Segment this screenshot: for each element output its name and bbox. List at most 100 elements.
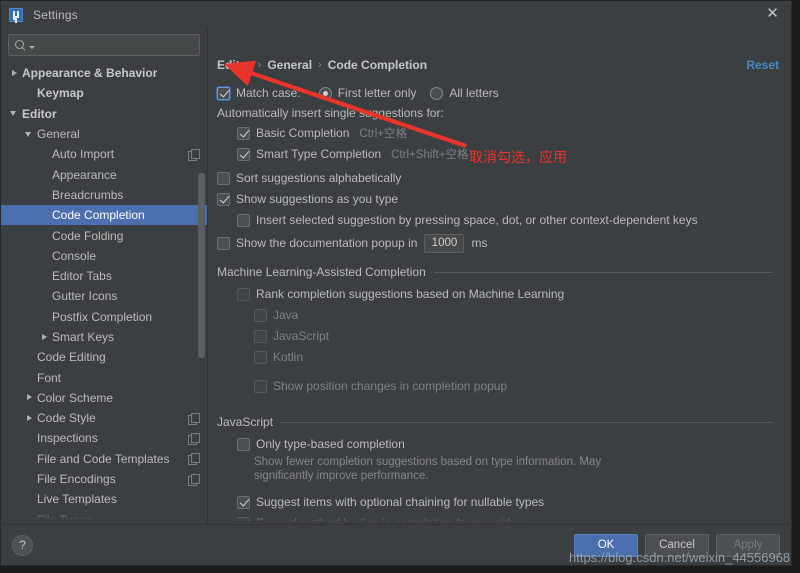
sort-suggestions-row: Sort suggestions alphabetically [217, 168, 773, 188]
sidebar-item-general[interactable]: General [1, 124, 207, 144]
ok-button[interactable]: OK [574, 533, 638, 557]
auto-insert-label: Automatically insert single suggestions … [217, 106, 444, 120]
sidebar-item-code-editing[interactable]: Code Editing [1, 347, 207, 367]
help-button[interactable]: ? [12, 534, 33, 556]
ml-position-changes-checkbox[interactable] [254, 379, 267, 393]
js-only-type-based-checkbox[interactable] [237, 437, 250, 451]
doc-popup-row: Show the documentation popup in ms [217, 233, 773, 253]
smart-type-completion-row: Smart Type Completion Ctrl+Shift+空格 [237, 144, 773, 164]
ml-position-changes-row: Show position changes in completion popu… [254, 376, 773, 396]
js-only-type-based-label: Only type-based completion [256, 437, 405, 451]
sidebar-item-code-style[interactable]: Code Style [1, 408, 207, 428]
match-case-checkbox[interactable] [217, 86, 230, 100]
chevron-right-icon[interactable] [24, 392, 35, 403]
sidebar-item-font[interactable]: Font [1, 367, 207, 387]
ml-kotlin-label: Kotlin [273, 350, 304, 364]
sidebar-scrollbar-thumb[interactable] [198, 173, 205, 358]
js-expand-method-bodies-row: Expand method bodies in completion for o… [237, 513, 773, 524]
screen: Settings ✕ Appearance & Behavior Keymap Ed… [0, 0, 800, 573]
sidebar-item-color-scheme[interactable]: Color Scheme [1, 388, 207, 408]
intellij-icon [9, 7, 23, 22]
doc-popup-delay-input[interactable] [424, 233, 465, 253]
sidebar-item-file-encodings[interactable]: File Encodings [1, 469, 207, 489]
breadcrumb-item-editor[interactable]: Editor [217, 58, 252, 72]
settings-sidebar: Appearance & Behavior Keymap Editor General… [1, 28, 208, 524]
search-box[interactable] [8, 34, 200, 56]
sidebar-item-keymap[interactable]: Keymap [1, 83, 207, 103]
copy-icon[interactable] [188, 453, 200, 466]
footer-bar: ? OK Cancel Apply [1, 524, 791, 565]
first-letter-only-radio[interactable] [318, 86, 332, 100]
sidebar-item-label: Smart Keys [52, 330, 115, 344]
chevron-right-icon[interactable] [9, 68, 20, 79]
sidebar-item-editor-tabs[interactable]: Editor Tabs [1, 266, 207, 286]
chevron-right-icon[interactable] [24, 413, 35, 424]
sidebar-item-appearance-behavior[interactable]: Appearance & Behavior [1, 63, 207, 83]
settings-content: Match case: First letter only All letter… [217, 72, 773, 524]
chevron-down-icon[interactable] [29, 45, 35, 49]
dialog-buttons: OK Cancel Apply [574, 533, 780, 557]
settings-tree[interactable]: Appearance & Behavior Keymap Editor General… [1, 61, 207, 524]
show-suggestions-checkbox[interactable] [217, 192, 230, 206]
sidebar-item-auto-import[interactable]: Auto Import [1, 144, 207, 164]
sidebar-item-label: Color Scheme [37, 390, 114, 405]
sidebar-item-editor[interactable]: Editor [1, 104, 207, 124]
sidebar-item-console[interactable]: Console [1, 246, 207, 266]
sidebar-item-postfix-completion[interactable]: Postfix Completion [1, 307, 207, 327]
basic-completion-label: Basic Completion [256, 126, 350, 140]
sidebar-item-label: Appearance & Behavior [22, 66, 158, 81]
copy-icon[interactable] [188, 148, 200, 161]
insert-selected-checkbox[interactable] [237, 213, 250, 227]
ml-javascript-checkbox[interactable] [254, 329, 267, 343]
sidebar-item-label: Live Templates [37, 492, 117, 507]
sidebar-item-label: Breadcrumbs [52, 187, 124, 202]
sidebar-item-breadcrumbs[interactable]: Breadcrumbs [1, 185, 207, 205]
sidebar-item-label: Inspections [37, 431, 98, 446]
basic-completion-checkbox[interactable] [237, 126, 250, 140]
chevron-down-icon[interactable] [9, 108, 20, 119]
copy-icon[interactable] [188, 432, 200, 445]
sidebar-item-appearance[interactable]: Appearance [1, 164, 207, 184]
sidebar-item-label: File Types [37, 512, 92, 524]
reset-link[interactable]: Reset [746, 58, 779, 72]
ml-java-checkbox[interactable] [254, 308, 267, 322]
window-body: Appearance & Behavior Keymap Editor General… [1, 28, 791, 524]
match-case-row: Match case: First letter only All letter… [217, 83, 773, 103]
sidebar-item-smart-keys[interactable]: Smart Keys [1, 327, 207, 347]
ml-kotlin-checkbox[interactable] [254, 350, 267, 364]
js-section-header: JavaScript [217, 415, 773, 429]
js-expand-method-bodies-checkbox[interactable] [237, 516, 250, 524]
js-optional-chaining-checkbox[interactable] [237, 495, 250, 509]
sidebar-item-file-and-code-templates[interactable]: File and Code Templates [1, 449, 207, 469]
breadcrumb-item-general[interactable]: General [267, 58, 312, 72]
search-container [1, 28, 207, 61]
first-letter-only-label: First letter only [337, 86, 417, 100]
breadcrumb-separator-icon: › [257, 59, 262, 71]
sidebar-item-inspections[interactable]: Inspections [1, 428, 207, 448]
doc-popup-checkbox[interactable] [217, 236, 230, 250]
sort-suggestions-checkbox[interactable] [217, 171, 230, 185]
copy-icon[interactable] [188, 412, 200, 425]
sidebar-item-code-folding[interactable]: Code Folding [1, 225, 207, 245]
cancel-button[interactable]: Cancel [645, 533, 709, 557]
chevron-right-icon[interactable] [39, 332, 50, 343]
smart-type-completion-checkbox[interactable] [237, 147, 250, 161]
sidebar-item-live-templates[interactable]: Live Templates [1, 489, 207, 509]
sidebar-item-file-types[interactable]: File Types [1, 510, 207, 524]
copy-icon[interactable] [188, 473, 200, 486]
chevron-down-icon[interactable] [24, 129, 35, 140]
title-bar: Settings ✕ [1, 1, 791, 28]
ml-rank-checkbox[interactable] [237, 287, 250, 301]
sidebar-item-code-completion[interactable]: Code Completion [1, 205, 207, 226]
apply-button[interactable]: Apply [716, 533, 780, 557]
sidebar-item-gutter-icons[interactable]: Gutter Icons [1, 286, 207, 306]
sidebar-item-label: General [37, 127, 80, 142]
all-letters-radio[interactable] [430, 86, 444, 100]
search-input[interactable] [39, 39, 194, 51]
js-section-divider [281, 421, 773, 423]
close-icon[interactable]: ✕ [764, 6, 781, 23]
show-suggestions-row: Show suggestions as you type [217, 189, 773, 209]
